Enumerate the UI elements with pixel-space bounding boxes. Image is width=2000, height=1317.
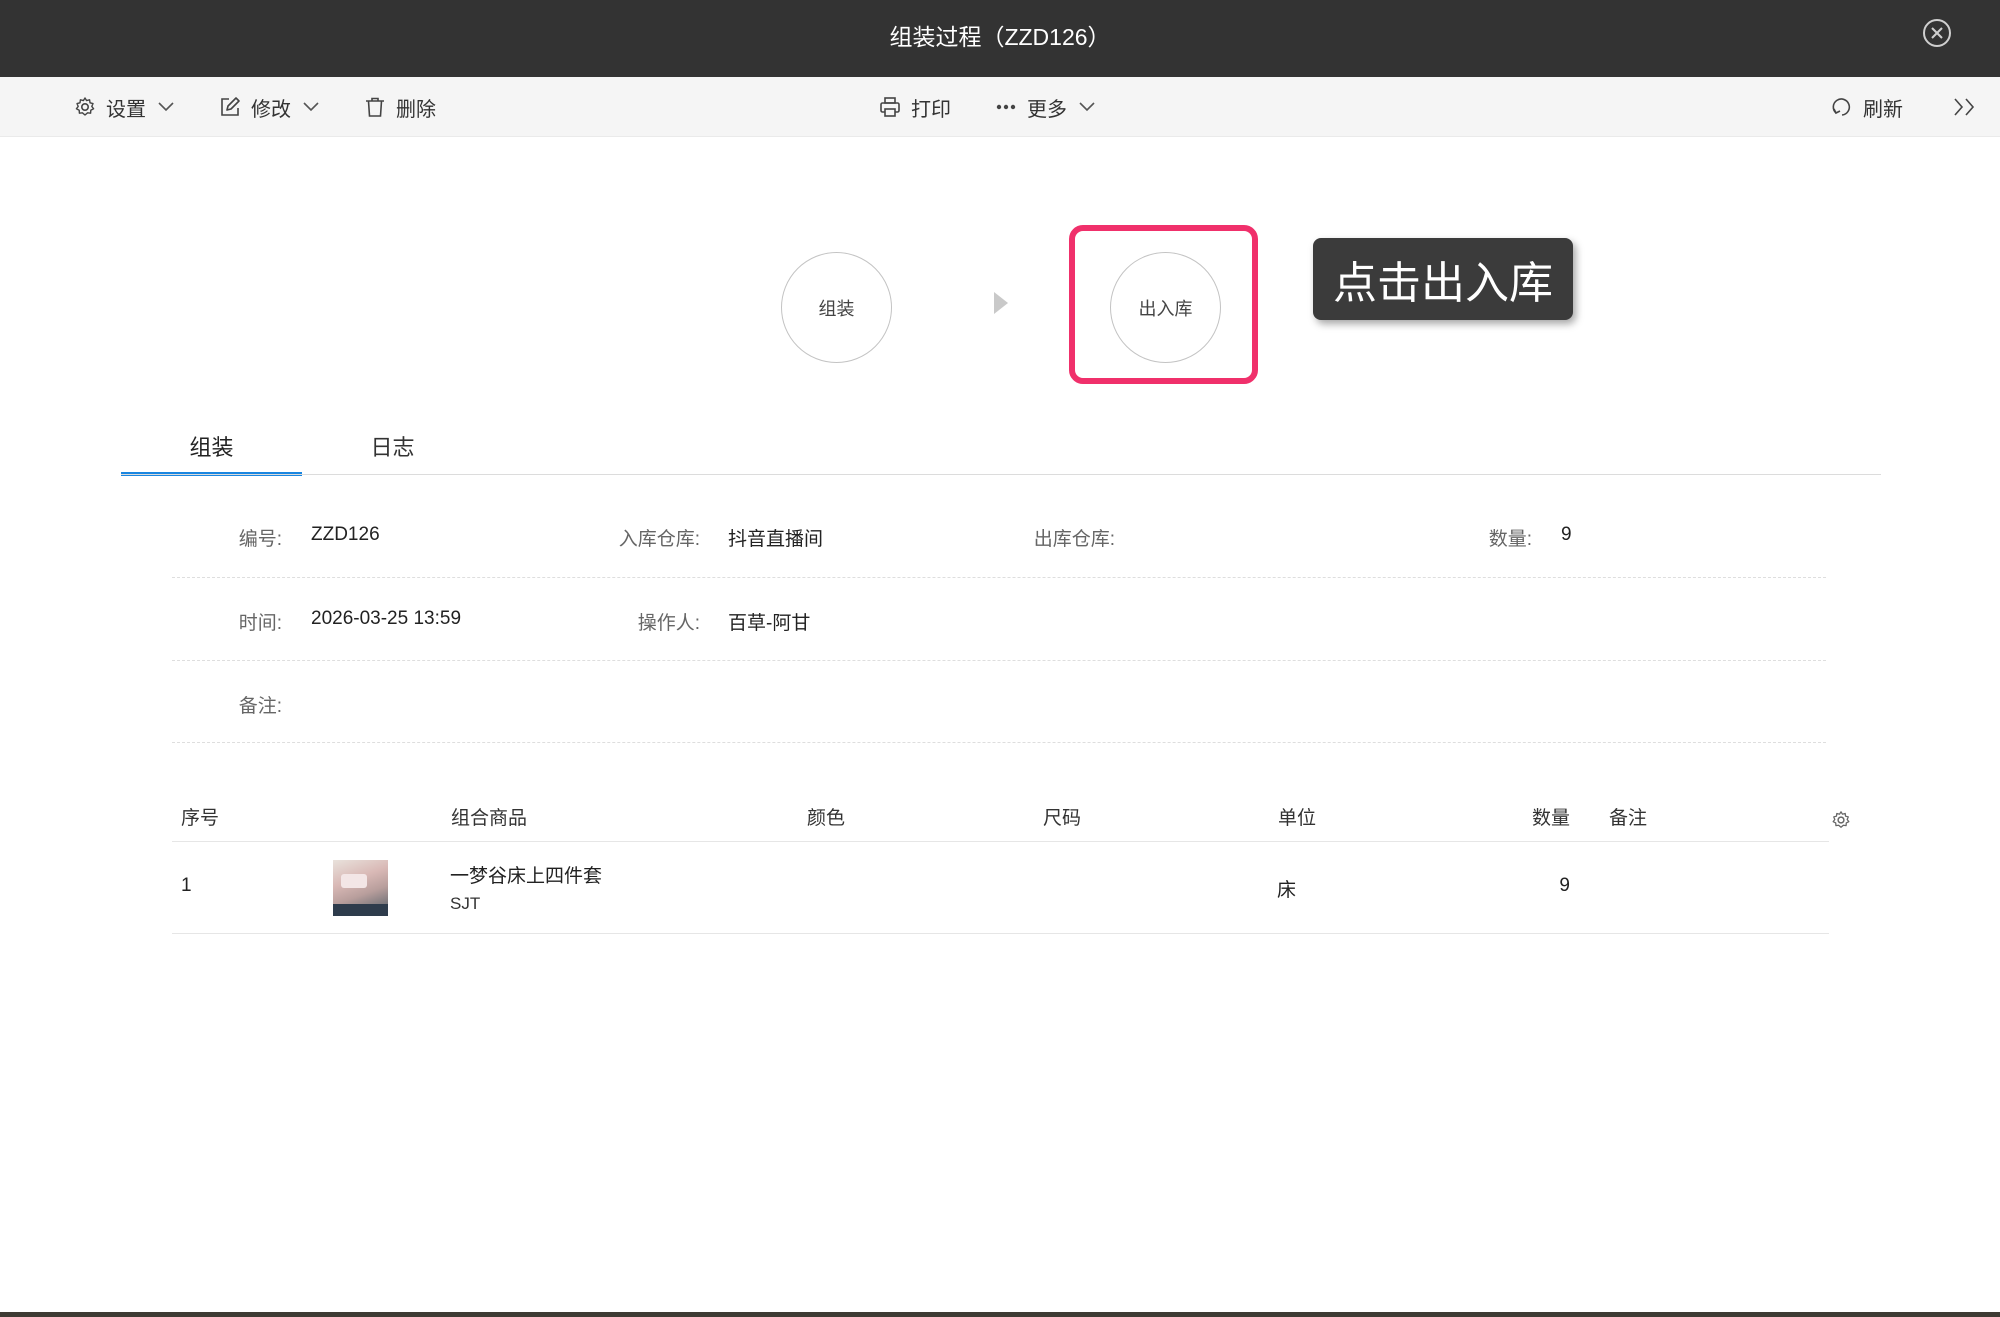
code-label: 编号: [238,529,282,550]
expand-button[interactable] [1953,77,1977,137]
table-row-divider [172,933,1829,934]
hint-tooltip: 点击出入库 [1313,238,1573,320]
bottom-edge [0,1312,2000,1317]
refresh-button[interactable]: 刷新 [1831,77,1903,137]
out-warehouse-label: 出库仓库: [1033,529,1115,550]
more-label: 更多 [1027,98,1067,121]
tab-assemble[interactable]: 组装 [121,430,302,476]
divider [172,577,1826,578]
edit-icon [219,96,241,118]
product-name[interactable]: 一梦谷床上四件套 [450,861,602,888]
printer-icon [879,96,901,118]
table-header-divider [172,841,1829,842]
flow-step-assemble[interactable]: 组装 [781,252,892,363]
in-warehouse-label: 入库仓库: [618,529,700,550]
operator-label: 操作人: [637,613,700,634]
more-dots-icon [995,96,1017,118]
product-thumbnail[interactable] [333,860,388,916]
window-title: 组装过程（ZZD126） [889,24,1111,50]
print-button[interactable]: 打印 [879,77,951,137]
refresh-icon [1831,96,1853,118]
close-icon[interactable] [1922,18,1952,48]
toolbar: 设置 修改 删除 打印 更多 刷新 [0,77,2000,137]
remark-label: 备注: [238,696,282,717]
trash-icon [364,96,386,118]
settings-label: 设置 [106,98,146,121]
operator-value: 百草-阿甘 [728,613,811,634]
column-header-unit: 单位 [1278,808,1317,829]
column-header-size: 尺码 [1043,808,1082,829]
print-label: 打印 [911,98,951,121]
quantity-label: 数量: [1488,529,1532,550]
column-header-remark: 备注 [1609,808,1648,829]
quantity-value: 9 [1561,524,1572,545]
flow-arrow-icon [994,292,1008,314]
title-bar: 组装过程（ZZD126） [0,0,2000,77]
time-value: 2026-03-25 13:59 [311,608,462,629]
column-header-product: 组合商品 [451,808,528,829]
double-chevron-right-icon [1953,97,1977,117]
code-value: ZZD126 [311,524,380,545]
time-label: 时间: [238,613,282,634]
column-settings-gear-icon[interactable] [1831,810,1851,835]
in-warehouse-value: 抖音直播间 [728,529,824,550]
more-button[interactable]: 更多 [995,77,1095,137]
chevron-down-icon [1079,102,1095,112]
column-header-index: 序号 [181,808,220,829]
edit-button[interactable]: 修改 [219,77,319,137]
delete-label: 删除 [396,98,436,121]
row-index: 1 [181,875,192,896]
delete-button[interactable]: 删除 [364,77,436,137]
chevron-down-icon [158,102,174,112]
product-code: SJT [450,894,481,913]
column-header-color: 颜色 [807,808,846,829]
refresh-label: 刷新 [1863,98,1903,121]
row-quantity: 9 [1559,875,1570,896]
flow-step-stock-in-out[interactable]: 出入库 [1110,252,1221,363]
tabs-divider [121,474,1881,475]
chevron-down-icon [303,102,319,112]
tab-log[interactable]: 日志 [302,430,483,475]
column-header-quantity: 数量 [1531,808,1570,829]
edit-label: 修改 [251,98,291,121]
divider [172,742,1826,743]
gear-icon [74,96,96,118]
row-unit: 床 [1277,880,1297,901]
settings-button[interactable]: 设置 [74,77,174,137]
divider [172,660,1826,661]
